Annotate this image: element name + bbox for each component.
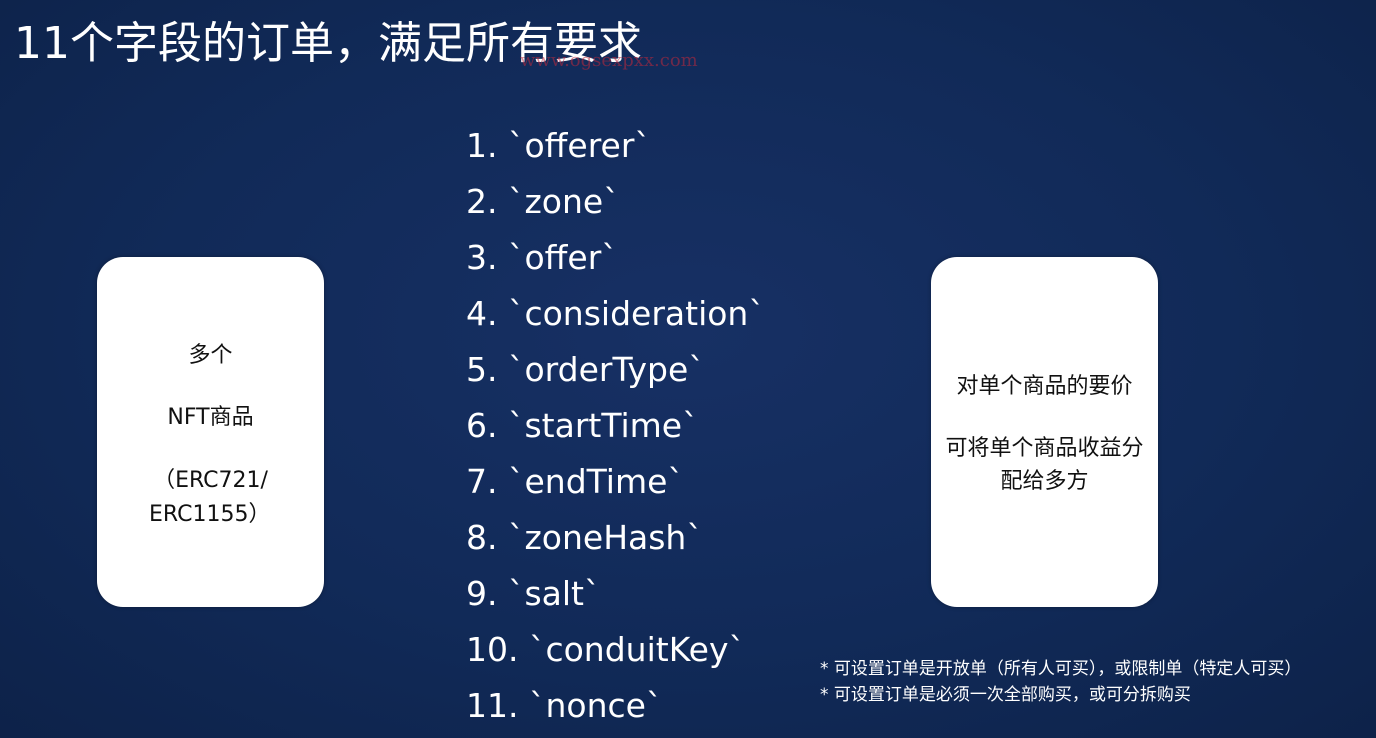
notes: * 可设置订单是开放单（所有人可买），或限制单（特定人可买） * 可设置订单是必… — [820, 656, 1301, 708]
field-item: 9. `salt` — [466, 574, 601, 613]
consideration-card-line-3: 配给多方 — [1000, 469, 1089, 494]
offer-card-line-4: ERC1155） — [149, 502, 271, 527]
offer-card-line-3: （ERC721/ — [153, 468, 268, 493]
field-item: 8. `zoneHash` — [466, 518, 703, 557]
consideration-card-line-1: 对单个商品的要价 — [956, 374, 1133, 399]
offer-card: 多个 NFT商品 （ERC721/ ERC1155） — [97, 257, 324, 607]
consideration-card: 对单个商品的要价 可将单个商品收益分 配给多方 — [931, 257, 1158, 607]
field-item: 4. `consideration` — [466, 294, 765, 333]
note-line: * 可设置订单是开放单（所有人可买），或限制单（特定人可买） — [820, 659, 1302, 679]
field-item: 11. `nonce` — [466, 686, 663, 725]
consideration-card-line-2: 可将单个商品收益分 — [945, 436, 1144, 461]
field-item: 5. `orderType` — [466, 350, 705, 389]
offer-card-line-1: 多个 — [188, 343, 233, 368]
field-item: 1. `offerer` — [466, 126, 651, 165]
field-item: 10. `conduitKey` — [466, 630, 746, 669]
slide: 11个字段的订单，满足所有要求 www.ogsexpxx.com 多个 NFT商… — [0, 0, 1376, 738]
watermark: www.ogsexpxx.com — [520, 50, 698, 71]
note-line: * 可设置订单是必须一次全部购买，或可分拆购买 — [820, 685, 1191, 705]
field-item: 2. `zone` — [466, 182, 620, 221]
field-item: 6. `startTime` — [466, 406, 699, 445]
order-field-list: 1. `offerer` 2. `zone` 3. `offer` 4. `co… — [466, 118, 765, 734]
field-item: 3. `offer` — [466, 238, 618, 277]
offer-card-line-2: NFT商品 — [167, 405, 254, 430]
field-item: 7. `endTime` — [466, 462, 684, 501]
